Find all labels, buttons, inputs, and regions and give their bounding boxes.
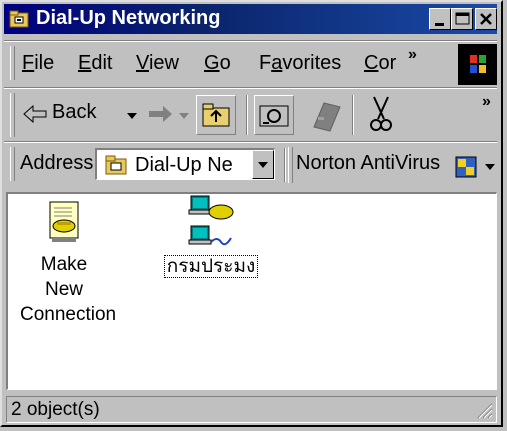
up-folder-icon xyxy=(202,103,230,127)
norton-dropdown-icon[interactable] xyxy=(484,162,496,172)
norton-antivirus-icon[interactable] xyxy=(454,155,478,179)
menu-go[interactable]: Go xyxy=(204,52,231,75)
forward-dropdown-icon[interactable] xyxy=(178,111,190,121)
connection-item[interactable]: กรมประมง xyxy=(156,194,266,279)
map-drive-button[interactable] xyxy=(254,95,294,135)
menu-view[interactable]: View xyxy=(136,52,179,75)
windows-logo xyxy=(458,44,497,85)
address-grip[interactable] xyxy=(10,147,15,181)
forward-arrow-icon[interactable] xyxy=(146,103,174,125)
dialup-folder-icon xyxy=(9,10,29,28)
windows-flag-icon xyxy=(470,55,486,73)
up-folder-button[interactable] xyxy=(196,95,236,135)
menu-favorites[interactable]: Favorites xyxy=(259,52,341,75)
status-text: 2 object(s) xyxy=(11,399,100,420)
close-button[interactable] xyxy=(475,8,497,30)
make-new-connection-label-line1: Make New xyxy=(40,254,88,300)
address-value: Dial-Up Ne xyxy=(135,154,233,176)
make-new-connection-label-line2: Connection xyxy=(20,304,117,325)
chevron-down-icon xyxy=(258,162,268,168)
toolbar-separator-1 xyxy=(246,95,248,135)
window-title: Dial-Up Networking xyxy=(36,7,221,29)
norton-grip[interactable] xyxy=(288,147,293,183)
close-icon xyxy=(480,13,492,25)
connection-label: กรมประมง xyxy=(163,255,259,278)
make-new-connection-item[interactable]: Make New Connection xyxy=(20,198,117,327)
address-combobox[interactable]: Dial-Up Ne xyxy=(95,148,275,180)
norton-antivirus-label[interactable]: Norton AntiVirus xyxy=(296,152,440,175)
cut-icon[interactable] xyxy=(366,95,396,135)
status-cell: 2 object(s) xyxy=(6,396,497,423)
make-new-connection-icon xyxy=(49,201,79,242)
address-label: Address xyxy=(20,152,94,174)
status-bar: 2 object(s) xyxy=(6,396,497,423)
file-list-view[interactable]: Make New Connection กรมประมง xyxy=(6,192,497,390)
maximize-button[interactable] xyxy=(451,8,473,30)
menu-grip[interactable] xyxy=(10,46,15,80)
menu-file[interactable]: File xyxy=(22,52,54,75)
back-arrow-icon xyxy=(23,104,47,124)
minimize-icon xyxy=(435,23,444,26)
menu-bar: File Edit View Go Favorites Cor » xyxy=(4,42,497,86)
address-separator xyxy=(284,148,286,182)
map-drive-icon xyxy=(259,105,289,127)
back-dropdown-icon[interactable] xyxy=(126,111,138,121)
toolbar-separator-2 xyxy=(352,95,354,135)
back-label: Back xyxy=(52,101,97,123)
maximize-icon xyxy=(455,12,470,25)
menu-connections[interactable]: Cor xyxy=(364,52,396,75)
disconnect-drive-icon[interactable] xyxy=(306,97,344,135)
address-dropdown-button[interactable] xyxy=(252,150,274,179)
title-bar[interactable]: Dial-Up Networking xyxy=(4,4,497,34)
menu-edit[interactable]: Edit xyxy=(78,52,112,75)
resize-grip-icon[interactable] xyxy=(474,400,494,420)
toolbar-overflow-chevron[interactable]: » xyxy=(482,93,491,111)
minimize-button[interactable] xyxy=(429,8,451,30)
standard-toolbar: Back » xyxy=(4,89,497,141)
toolbar-grip[interactable] xyxy=(10,93,15,137)
address-dialup-icon xyxy=(105,155,127,175)
menu-overflow-chevron[interactable]: » xyxy=(408,46,417,64)
dialup-connection-icon xyxy=(188,195,234,246)
